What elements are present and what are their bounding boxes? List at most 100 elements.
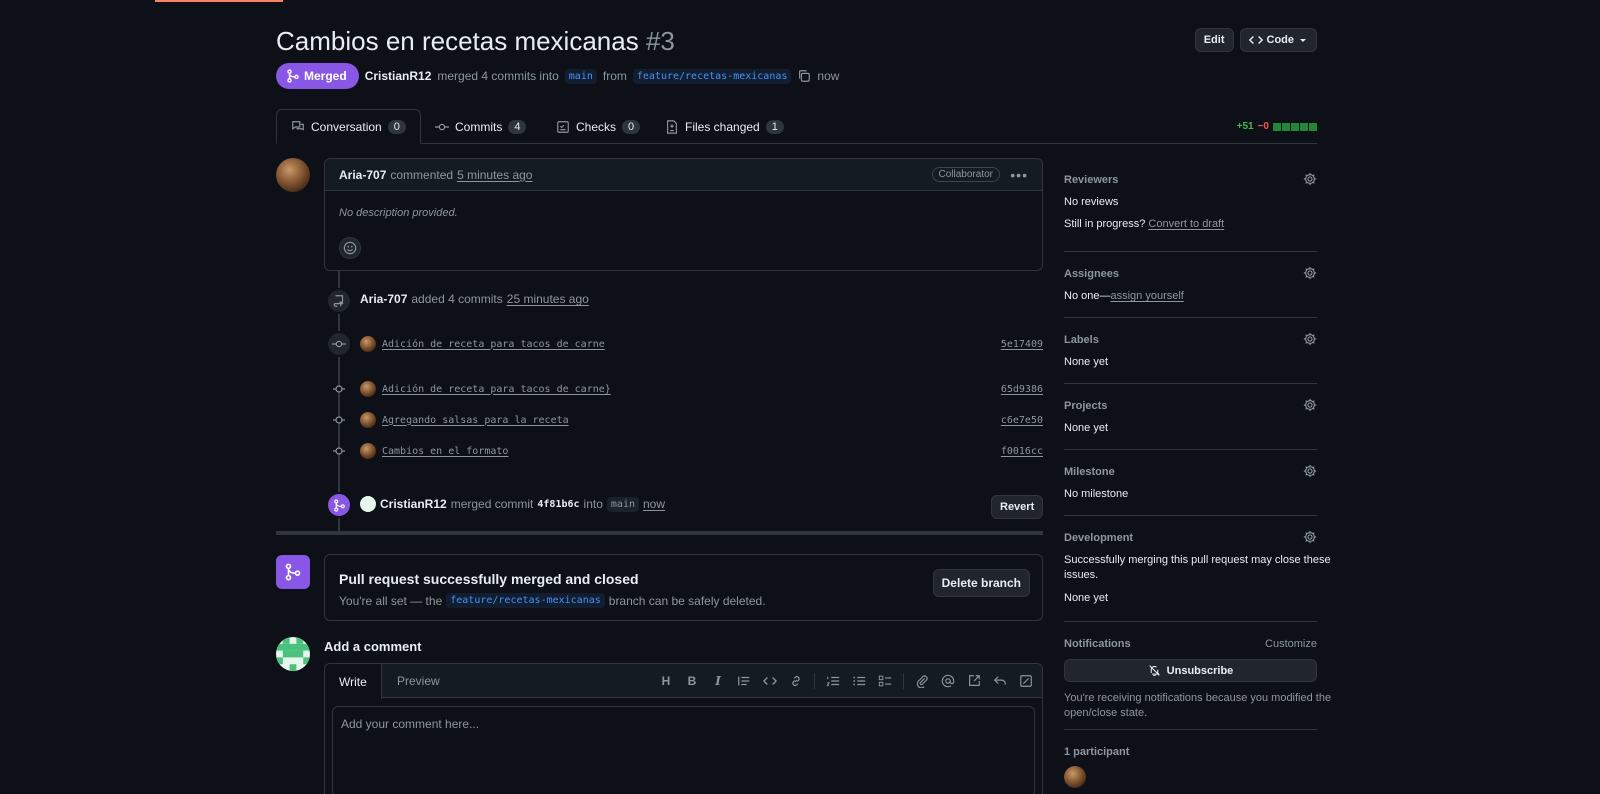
customize-link[interactable]: Customize (1265, 638, 1317, 650)
convert-to-draft-link[interactable]: Convert to draft (1148, 218, 1224, 230)
tab-write[interactable]: Write (325, 664, 382, 699)
commit-sha[interactable]: 65d9386 (1001, 384, 1043, 395)
event-time[interactable]: 25 minutes ago (507, 292, 589, 306)
avatar[interactable] (360, 412, 376, 428)
merge-sub-text: You're all set — the (339, 593, 443, 608)
comment-input[interactable]: Add your comment here... (332, 706, 1035, 794)
sidebar-reviewers: Reviewers No reviews Still in progress? … (1064, 166, 1317, 252)
bold-icon[interactable]: B (684, 673, 700, 689)
head-branch[interactable]: feature/recetas-mexicanas (632, 68, 792, 84)
merge-event: CristianR12 merged commit 4f81b6c into m… (360, 496, 665, 512)
page-title: Cambios en recetas mexicanas #3 (276, 26, 675, 57)
edit-button[interactable]: Edit (1194, 28, 1234, 52)
merge-icon (287, 69, 299, 83)
event-action: added 4 commits (411, 292, 503, 306)
notification-reason: You're receiving notifications because y… (1064, 692, 1332, 704)
copy-icon[interactable] (797, 69, 811, 83)
comment-header: Aria-707 commented 5 minutes ago Collabo… (325, 159, 1042, 191)
unsubscribe-button[interactable]: Unsubscribe (1064, 659, 1317, 682)
assignees-value: No one—assign yourself (1064, 290, 1184, 302)
unordered-list-icon[interactable] (851, 673, 867, 689)
fullscreen-icon[interactable] (1018, 673, 1034, 689)
quote-icon[interactable] (736, 673, 752, 689)
avatar[interactable] (360, 381, 376, 397)
revert-button[interactable]: Revert (991, 495, 1043, 519)
cross-reference-icon[interactable] (966, 673, 982, 689)
checklist-icon (557, 120, 569, 133)
commit-icon (435, 123, 449, 130)
gear-icon[interactable] (1303, 266, 1317, 280)
active-nav-indicator (155, 0, 283, 2)
gear-icon[interactable] (1303, 530, 1317, 544)
merge-author[interactable]: CristianR12 (380, 497, 447, 511)
reviewers-value: No reviews (1064, 196, 1119, 208)
participant-avatar[interactable] (1064, 766, 1086, 788)
pr-description-comment: Aria-707 commented 5 minutes ago Collabo… (324, 158, 1043, 271)
sidebar-notifications: Notifications Customize Unsubscribe You'… (1064, 622, 1331, 730)
comment-author[interactable]: Aria-707 (339, 168, 386, 182)
head-branch[interactable]: feature/recetas-mexicanas (446, 593, 605, 608)
collaborator-badge: Collaborator (931, 167, 1000, 182)
assign-yourself-link[interactable]: assign yourself (1110, 290, 1183, 302)
commit-dot-icon (333, 416, 345, 424)
delete-branch-button[interactable]: Delete branch (932, 569, 1030, 597)
labels-value: None yet (1064, 356, 1109, 368)
ordered-list-icon[interactable] (825, 673, 841, 689)
diffstat-blocks (1273, 122, 1317, 131)
link-icon[interactable] (788, 673, 804, 689)
meta-text: merged 4 commits into (437, 69, 559, 83)
avatar[interactable] (360, 336, 376, 352)
tab-conversation[interactable]: Conversation 0 (276, 109, 421, 144)
mention-icon[interactable] (940, 673, 956, 689)
code-label: Code (1266, 34, 1295, 46)
code-icon[interactable] (762, 673, 778, 689)
merge-sha[interactable]: 4f81b6c (537, 499, 579, 510)
merge-branch[interactable]: main (606, 496, 639, 512)
avatar[interactable] (360, 443, 376, 459)
author-link[interactable]: CristianR12 (365, 69, 432, 83)
commit-message[interactable]: Cambios en el formato (382, 446, 508, 457)
comment-time[interactable]: 5 minutes ago (457, 168, 532, 182)
editor-toolbar: Write Preview H B I (325, 664, 1042, 699)
tasklist-icon[interactable] (877, 673, 893, 689)
pr-number: #3 (645, 26, 675, 56)
tab-checks[interactable]: Checks 0 (542, 109, 654, 144)
gear-icon[interactable] (1303, 464, 1317, 478)
kebab-menu-icon[interactable]: ••• (1010, 167, 1028, 183)
tab-commits[interactable]: Commits 4 (421, 109, 540, 144)
merge-action: merged commit (450, 497, 534, 511)
reply-icon[interactable] (992, 673, 1008, 689)
code-button[interactable]: Code (1239, 28, 1317, 52)
tab-files-changed[interactable]: Files changed 1 (651, 109, 798, 144)
additions: +51 (1236, 121, 1254, 132)
event-author[interactable]: Aria-707 (360, 292, 407, 306)
commit-dot-icon (333, 385, 345, 393)
commit-message[interactable]: Adición de receta para tacos de carne} (382, 384, 611, 395)
avatar[interactable] (276, 158, 310, 192)
merge-status-title: Pull request successfully merged and clo… (339, 571, 639, 587)
commit-row: Cambios en el formato f0016cc (360, 442, 1043, 460)
tab-preview[interactable]: Preview (383, 664, 454, 698)
gear-icon[interactable] (1303, 398, 1317, 412)
sidebar-labels: Labels None yet (1064, 318, 1317, 384)
avatar[interactable] (360, 496, 376, 512)
merge-status-box: Pull request successfully merged and clo… (324, 554, 1043, 621)
commit-sha[interactable]: f0016cc (1001, 446, 1043, 457)
merge-time[interactable]: now (643, 497, 665, 511)
merge-event-icon (326, 492, 352, 518)
heading-icon[interactable]: H (658, 673, 674, 689)
base-branch[interactable]: main (564, 68, 597, 84)
sidebar-assignees: Assignees No one—assign yourself (1064, 252, 1317, 318)
commit-message[interactable]: Agregando salsas para la receta (382, 415, 569, 426)
commit-sha[interactable]: 5e17409 (1001, 339, 1043, 350)
avatar[interactable] (276, 637, 310, 671)
gear-icon[interactable] (1303, 172, 1317, 186)
italic-icon[interactable]: I (710, 673, 726, 689)
gear-icon[interactable] (1303, 332, 1317, 346)
comment-body: No description provided. (339, 207, 458, 219)
tab-label: Files changed (685, 119, 760, 134)
commit-sha[interactable]: c6e7e50 (1001, 415, 1043, 426)
add-reaction-button[interactable] (339, 237, 361, 259)
commit-message[interactable]: Adición de receta para tacos de carne (382, 339, 605, 350)
paperclip-icon[interactable] (914, 673, 930, 689)
